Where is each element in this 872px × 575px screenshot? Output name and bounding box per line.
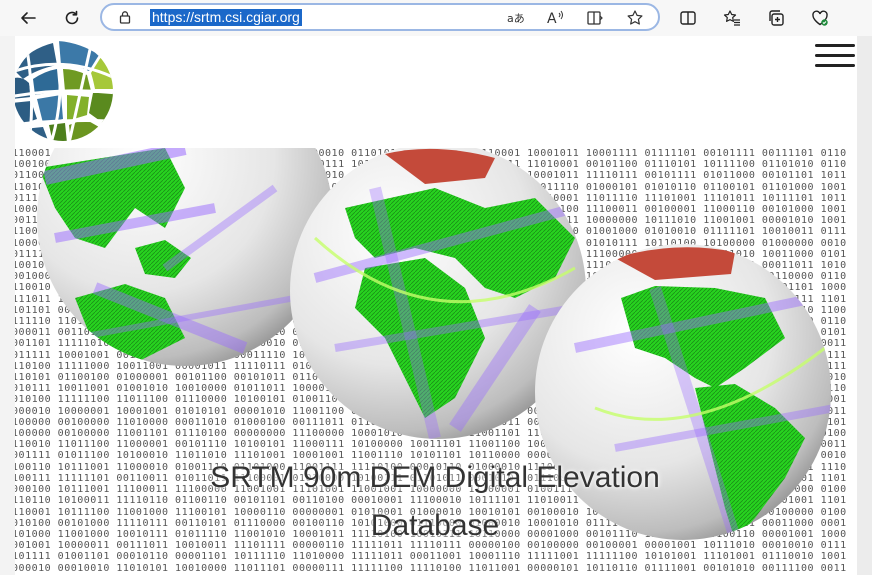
svg-text:A: A	[547, 11, 557, 27]
svg-text:aあ: aあ	[507, 12, 524, 25]
lock-icon[interactable]	[118, 10, 132, 24]
hamburger-menu-icon[interactable]	[815, 44, 855, 70]
immersive-reader-icon[interactable]	[586, 9, 604, 27]
hero-title: SRTM 90m DEM Digital Elevation Database	[210, 461, 660, 542]
favorite-star-icon[interactable]	[626, 9, 644, 27]
collections-icon[interactable]	[764, 6, 788, 30]
csi-globe-logo[interactable]	[15, 39, 117, 143]
browser-essentials-icon[interactable]	[808, 6, 832, 30]
refresh-icon[interactable]	[60, 6, 84, 30]
favorites-icon[interactable]	[720, 6, 744, 30]
browser-toolbar: https://srtm.csi.cgiar.org aあ A	[0, 0, 872, 36]
split-screen-icon[interactable]	[676, 6, 700, 30]
address-bar[interactable]: https://srtm.csi.cgiar.org aあ A	[100, 3, 660, 31]
hero-banner: 00110001 01100110 01010100 10001110 0000…	[15, 148, 857, 575]
page-scroll-gutter	[857, 36, 872, 575]
back-icon[interactable]	[16, 6, 40, 30]
url-text[interactable]: https://srtm.csi.cgiar.org	[150, 9, 302, 26]
site-header	[15, 36, 857, 148]
read-aloud-icon[interactable]: A	[546, 9, 564, 27]
web-page: 00110001 01100110 01010100 10001110 0000…	[15, 36, 857, 575]
translate-icon[interactable]: aあ	[506, 9, 525, 27]
